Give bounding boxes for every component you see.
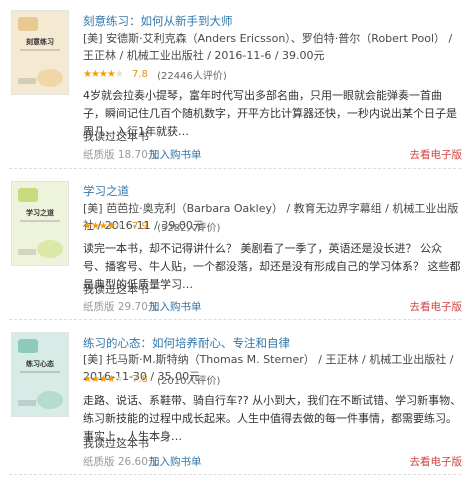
rating-score: 7.8 [132,69,148,80]
view-ebook-link[interactable]: 去看电子版 [410,299,463,314]
paper-price: 纸质版 18.70元 [83,149,159,161]
cover-rule [20,371,60,373]
cover-title: 学习之道 [26,209,54,217]
cover-decoration [18,78,36,84]
cover-decoration [37,391,63,409]
read-this-book-link[interactable]: 我读过这本书 [83,128,149,144]
item-footer: 纸质版 29.70元 加入购书单 去看电子版 [83,299,462,315]
book-cover[interactable]: 刻意练习 [11,10,69,95]
cover-decoration [18,188,38,202]
list-item: 学习之道 学习之道 [美] 芭芭拉·奥克利（Barbara Oakley） / … [0,161,468,321]
divider [9,474,461,475]
cover-title: 刻意练习 [26,38,54,46]
rating-count: (22446人评价) [157,71,227,82]
cover-decoration [37,69,63,87]
star-rating-icon: ★★★★★ [83,374,124,385]
add-to-cart-link[interactable]: 加入购书单 [149,147,202,162]
view-ebook-link[interactable]: 去看电子版 [410,454,463,469]
book-title-link[interactable]: 练习的心态：如何培养耐心、专注和自律 [83,335,290,351]
rating: ★★★★★ 7.8 (2010人评价) [83,372,221,387]
cover-rule [20,220,60,222]
read-this-book-link[interactable]: 我读过这本书 [83,435,149,451]
add-to-cart-link[interactable]: 加入购书单 [149,299,202,314]
cover-rule [20,49,60,51]
book-cover[interactable]: 练习心态 [11,332,69,417]
read-this-book-link[interactable]: 我读过这本书 [83,281,149,297]
book-cover[interactable]: 学习之道 [11,181,69,266]
cover-decoration [37,240,63,258]
add-to-cart-link[interactable]: 加入购书单 [149,454,202,469]
list-item: 刻意练习 刻意练习：如何从新手到大师 [美] 安德斯·艾利克森（Anders E… [0,0,468,169]
book-title-link[interactable]: 学习之道 [83,183,129,199]
rating-score: 7.9 [132,221,148,232]
cover-decoration [18,400,36,406]
book-title-link[interactable]: 刻意练习：如何从新手到大师 [83,13,233,29]
rating: ★★★★★ 7.8 (22446人评价) [83,67,227,82]
book-list: 刻意练习 刻意练习：如何从新手到大师 [美] 安德斯·艾利克森（Anders E… [0,0,468,481]
cover-decoration [18,17,38,31]
view-ebook-link[interactable]: 去看电子版 [410,147,463,162]
rating-count: (5282人评价) [157,223,221,234]
star-rating-icon: ★★★★★ [83,69,124,80]
list-item: 练习心态 练习的心态：如何培养耐心、专注和自律 [美] 托马斯·M.斯特纳（Th… [0,323,468,481]
cover-title: 练习心态 [26,360,54,368]
rating-score: 7.8 [132,374,148,385]
cover-decoration [18,249,36,255]
paper-price: 纸质版 29.70元 [83,301,159,313]
star-rating-icon: ★★★★★ [83,221,124,232]
rating: ★★★★★ 7.9 (5282人评价) [83,219,221,234]
cover-decoration [18,339,38,353]
item-footer: 纸质版 26.60元 加入购书单 去看电子版 [83,454,462,470]
rating-count: (2010人评价) [157,376,221,387]
paper-price: 纸质版 26.60元 [83,456,159,468]
divider [9,319,461,320]
book-meta: [美] 安德斯·艾利克森（Anders Ericsson）、罗伯特·普尔（Rob… [83,32,453,62]
